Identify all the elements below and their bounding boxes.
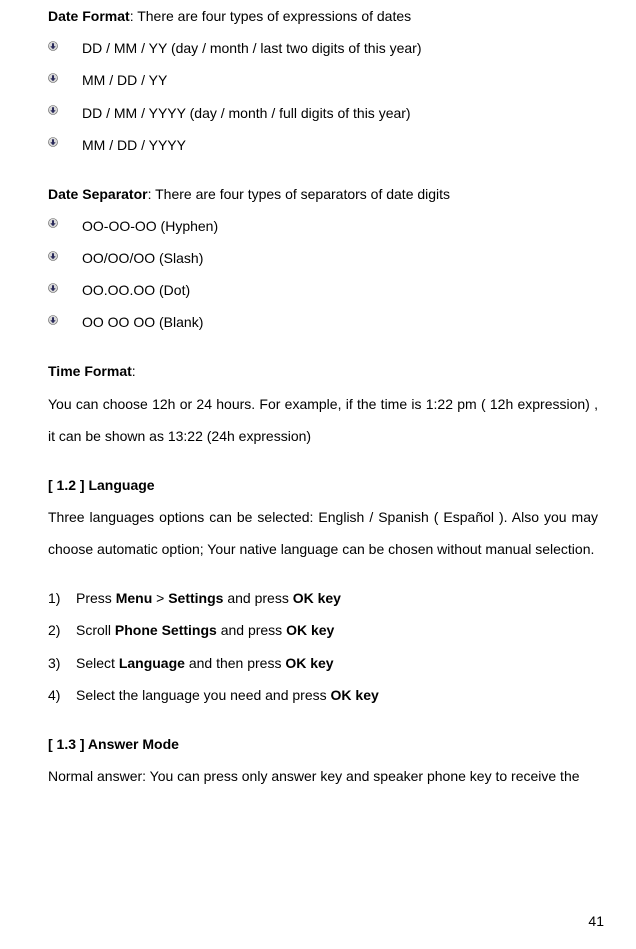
step-number: 2) — [48, 614, 60, 646]
step-text-mid: and press — [217, 622, 286, 638]
step-text-pre: Scroll — [76, 622, 115, 638]
date-format-desc: : There are four types of expressions of… — [130, 8, 411, 24]
list-item: DD / MM / YYYY (day / month / full digit… — [48, 97, 598, 129]
spacer — [48, 339, 598, 356]
date-separator-list: OO-OO-OO (Hyphen) OO/OO/OO (Slash) OO.OO… — [48, 210, 598, 339]
time-format-heading: Time Format: — [48, 355, 598, 387]
list-item: MM / DD / YY — [48, 64, 598, 96]
step-bold: Settings — [168, 590, 223, 606]
list-item-text: OO/OO/OO (Slash) — [82, 250, 203, 266]
arrow-bullet-icon — [48, 73, 58, 83]
arrow-bullet-icon — [48, 283, 58, 293]
list-item-text: OO.OO.OO (Dot) — [82, 282, 190, 298]
step-number: 4) — [48, 679, 60, 711]
date-format-heading: Date Format: There are four types of exp… — [48, 0, 598, 32]
step-text-mid: > — [152, 590, 168, 606]
spacer — [48, 161, 598, 178]
date-format-title: Date Format — [48, 8, 130, 24]
step-text-pre: Select the language you need and press — [76, 687, 331, 703]
step-bold: Phone Settings — [115, 622, 217, 638]
answer-mode-body: Normal answer: You can press only answer… — [48, 760, 598, 792]
list-item-text: OO-OO-OO (Hyphen) — [82, 218, 218, 234]
step-number: 1) — [48, 582, 60, 614]
step-text-pre: Press — [76, 590, 116, 606]
list-item-text: DD / MM / YY (day / month / last two dig… — [82, 40, 422, 56]
step-text-pre: Select — [76, 655, 119, 671]
list-item-text: MM / DD / YY — [82, 72, 167, 88]
list-item: DD / MM / YY (day / month / last two dig… — [48, 32, 598, 64]
list-item-text: DD / MM / YYYY (day / month / full digit… — [82, 105, 411, 121]
step-bold: OK key — [293, 590, 341, 606]
step-item: 1) Press Menu > Settings and press OK ke… — [48, 582, 598, 614]
time-format-body: You can choose 12h or 24 hours. For exam… — [48, 388, 598, 452]
step-item: 4) Select the language you need and pres… — [48, 679, 598, 711]
step-text-mid: and then press — [185, 655, 285, 671]
language-steps: 1) Press Menu > Settings and press OK ke… — [48, 582, 598, 711]
language-body: Three languages options can be selected:… — [48, 501, 598, 565]
arrow-bullet-icon — [48, 251, 58, 261]
arrow-bullet-icon — [48, 41, 58, 51]
time-format-colon: : — [132, 363, 136, 379]
spacer — [48, 711, 598, 728]
list-item: OO-OO-OO (Hyphen) — [48, 210, 598, 242]
list-item: OO.OO.OO (Dot) — [48, 274, 598, 306]
step-bold: OK key — [286, 622, 334, 638]
list-item: OO OO OO (Blank) — [48, 306, 598, 338]
step-text-post: and press — [223, 590, 292, 606]
list-item: MM / DD / YYYY — [48, 129, 598, 161]
page-number: 41 — [588, 905, 604, 937]
step-bold: Menu — [116, 590, 153, 606]
list-item: OO/OO/OO (Slash) — [48, 242, 598, 274]
date-format-list: DD / MM / YY (day / month / last two dig… — [48, 32, 598, 161]
arrow-bullet-icon — [48, 218, 58, 228]
step-bold: Language — [119, 655, 185, 671]
date-separator-title: Date Separator — [48, 186, 148, 202]
language-heading: [ 1.2 ] Language — [48, 469, 598, 501]
date-separator-heading: Date Separator: There are four types of … — [48, 178, 598, 210]
step-item: 2) Scroll Phone Settings and press OK ke… — [48, 614, 598, 646]
step-bold: OK key — [285, 655, 333, 671]
list-item-text: MM / DD / YYYY — [82, 137, 186, 153]
arrow-bullet-icon — [48, 315, 58, 325]
time-format-title: Time Format — [48, 363, 132, 379]
arrow-bullet-icon — [48, 105, 58, 115]
arrow-bullet-icon — [48, 137, 58, 147]
date-separator-desc: : There are four types of separators of … — [148, 186, 450, 202]
answer-mode-heading: [ 1.3 ] Answer Mode — [48, 728, 598, 760]
spacer — [48, 452, 598, 469]
step-item: 3) Select Language and then press OK key — [48, 647, 598, 679]
step-number: 3) — [48, 647, 60, 679]
step-bold: OK key — [331, 687, 379, 703]
spacer — [48, 565, 598, 582]
list-item-text: OO OO OO (Blank) — [82, 314, 203, 330]
document-page: Date Format: There are four types of exp… — [0, 0, 636, 949]
